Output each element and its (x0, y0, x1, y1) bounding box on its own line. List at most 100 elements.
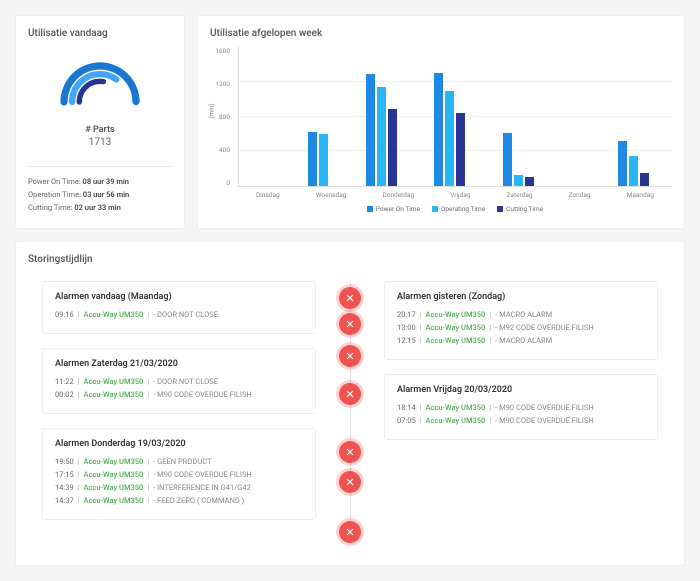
alarm-time: 09:16 (55, 310, 74, 319)
utilisation-today-card: Utilisatie vandaag # Parts 1713 Power On… (15, 15, 185, 229)
alarm-machine[interactable]: Accu-Way UM350 (426, 310, 486, 319)
alarm-message: - M90 CODE OVERDUE FILISH (153, 390, 252, 399)
alarm-machine[interactable]: Accu-Way UM350 (84, 457, 144, 466)
alarm-machine[interactable]: Accu-Way UM350 (84, 377, 144, 386)
alarm-block: Alarmen Donderdag 19/03/2020 19:50|Accu-W… (42, 428, 316, 520)
timeline-dot-icon[interactable]: ✕ (339, 313, 361, 335)
alarm-machine[interactable]: Accu-Way UM350 (84, 470, 144, 479)
legend-swatch (367, 206, 373, 212)
alarm-row: 14:37|Accu-Way UM350|- FEED ZERO ( COMMA… (55, 496, 303, 505)
alarm-time: 11:22 (55, 377, 74, 386)
bar (514, 175, 523, 186)
alarm-row: 07:05|Accu-Way UM350|- M90 CODE OVERDUE … (397, 416, 645, 425)
timeline-center: ✕ ✕ ✕ ✕ ✕ ✕ ✕ (330, 273, 370, 553)
alarm-machine[interactable]: Accu-Way UM350 (84, 496, 144, 505)
bar-group (503, 133, 534, 186)
x-tick: Donderdag (382, 191, 414, 199)
alarm-machine[interactable]: Accu-Way UM350 (84, 483, 144, 492)
timeline-dot-icon[interactable]: ✕ (339, 345, 361, 367)
alarm-block-title: Alarmen Donderdag 19/03/2020 (55, 439, 303, 449)
timeline-dot-icon[interactable]: ✕ (339, 287, 361, 309)
x-tick: Maandag (627, 191, 654, 199)
bar (525, 177, 534, 186)
alarm-message: - GEEN PRODUCT (153, 457, 211, 466)
alarm-time: 00:02 (55, 390, 74, 399)
alarm-row: 09:16|Accu-Way UM350|- DOOR NOT CLOSE (55, 310, 303, 319)
y-tick: 1200 (210, 80, 234, 88)
fault-timeline-card: Storingstijdlijn Alarmen vandaag (Maanda… (15, 241, 685, 566)
alarm-time: 19:50 (55, 457, 74, 466)
alarm-machine[interactable]: Accu-Way UM350 (426, 323, 486, 332)
alarm-machine[interactable]: Accu-Way UM350 (84, 390, 144, 399)
alarm-block-title: Alarmen vandaag (Maandag) (55, 292, 303, 302)
y-axis: 1600 1200 800 400 0 (210, 47, 234, 187)
time-row: Cutting Time: 02 uur 33 min (28, 203, 172, 212)
legend-item: Power On Time (367, 205, 420, 213)
timeline-dot-icon[interactable]: ✕ (339, 441, 361, 463)
alarm-block: Alarmen vandaag (Maandag) 09:16|Accu-Way … (42, 281, 316, 334)
chart-legend: Power On Time Operating Time Cutting Time (238, 205, 672, 213)
alarm-message: - INTERFERENCE IN G41/G42 (153, 483, 251, 492)
alarm-row: 17:15|Accu-Way UM350|- M90 CODE OVERDUE … (55, 470, 303, 479)
alarm-block: Alarmen Vrijdag 20/03/2020 18:14|Accu-Way… (384, 374, 658, 440)
y-tick: 1600 (210, 47, 234, 55)
alarm-block-title: Alarmen Vrijdag 20/03/2020 (397, 385, 645, 395)
alarm-message: - DOOR NOT CLOSE (153, 310, 218, 319)
alarm-time: 13:00 (397, 323, 416, 332)
alarm-row: 14:39|Accu-Way UM350|- INTERFERENCE IN G… (55, 483, 303, 492)
bar-group (262, 185, 271, 186)
legend-swatch (497, 206, 503, 212)
alarm-block-title: Alarmen gisteren (Zondag) (397, 292, 645, 302)
alarm-machine[interactable]: Accu-Way UM350 (426, 336, 486, 345)
bar (377, 87, 386, 186)
alarm-machine[interactable]: Accu-Way UM350 (426, 416, 486, 425)
alarm-row: 00:02|Accu-Way UM350|- M90 CODE OVERDUE … (55, 390, 303, 399)
alarm-time: 18:14 (397, 403, 416, 412)
bar (434, 73, 443, 186)
y-tick: 0 (210, 179, 234, 187)
time-list: Power On Time: 08 uur 39 minOperation Ti… (28, 166, 172, 216)
time-row: Power On Time: 08 uur 39 min (28, 177, 172, 186)
alarm-row: 11:22|Accu-Way UM350|- DOOR NOT CLOSE (55, 377, 303, 386)
alarm-machine[interactable]: Accu-Way UM350 (426, 403, 486, 412)
alarm-time: 14:39 (55, 483, 74, 492)
card-title: Storingstijdlijn (28, 254, 672, 265)
alarm-block: Alarmen Zaterdag 21/03/2020 11:22|Accu-Wa… (42, 348, 316, 414)
legend-item: Operating Time (432, 205, 485, 213)
alarm-time: 14:37 (55, 496, 74, 505)
alarm-message: - DOOR NOT CLOSE (153, 377, 218, 386)
timeline-dot-icon[interactable]: ✕ (339, 521, 361, 543)
legend-swatch (432, 206, 438, 212)
legend-item: Cutting Time (497, 205, 543, 213)
timeline-body: Alarmen vandaag (Maandag) 09:16|Accu-Way … (28, 273, 672, 553)
alarm-block-title: Alarmen Zaterdag 21/03/2020 (55, 359, 303, 369)
alarm-row: 19:50|Accu-Way UM350|- GEEN PRODUCT (55, 457, 303, 466)
time-label: Cutting Time: (28, 203, 72, 212)
timeline-dot-icon[interactable]: ✕ (339, 471, 361, 493)
alarm-time: 07:05 (397, 416, 416, 425)
x-tick: Vrijdag (450, 191, 470, 199)
x-tick: Zondag (569, 191, 591, 199)
x-axis: DinsdagWoensdagDonderdagVrijdagZaterdagZ… (238, 191, 672, 199)
alarm-machine[interactable]: Accu-Way UM350 (84, 310, 144, 319)
alarm-row: 12:15|Accu-Way UM350|- MACRO ALARM (397, 336, 645, 345)
alarm-time: 12:15 (397, 336, 416, 345)
timeline-dot-icon[interactable]: ✕ (339, 383, 361, 405)
time-value: 02 uur 33 min (74, 203, 120, 212)
y-tick: 400 (210, 146, 234, 154)
time-value: 08 uur 39 min (83, 177, 129, 186)
bar-group (366, 74, 397, 186)
x-tick: Zaterdag (507, 191, 533, 199)
gauge-icon (55, 57, 145, 117)
alarm-row: 18:14|Accu-Way UM350|- M90 CODE OVERDUE … (397, 403, 645, 412)
bar (503, 133, 512, 186)
legend-label: Cutting Time (506, 205, 543, 213)
bar (388, 109, 397, 186)
plot-area (238, 47, 672, 187)
y-tick: 800 (210, 113, 234, 121)
timeline-left-column: Alarmen vandaag (Maandag) 09:16|Accu-Way … (28, 273, 330, 553)
x-tick: Woensdag (316, 191, 347, 199)
alarm-row: 20:17|Accu-Way UM350|- MACRO ALARM (397, 310, 645, 319)
bar (640, 173, 649, 186)
card-title: Utilisatie afgelopen week (210, 28, 672, 39)
